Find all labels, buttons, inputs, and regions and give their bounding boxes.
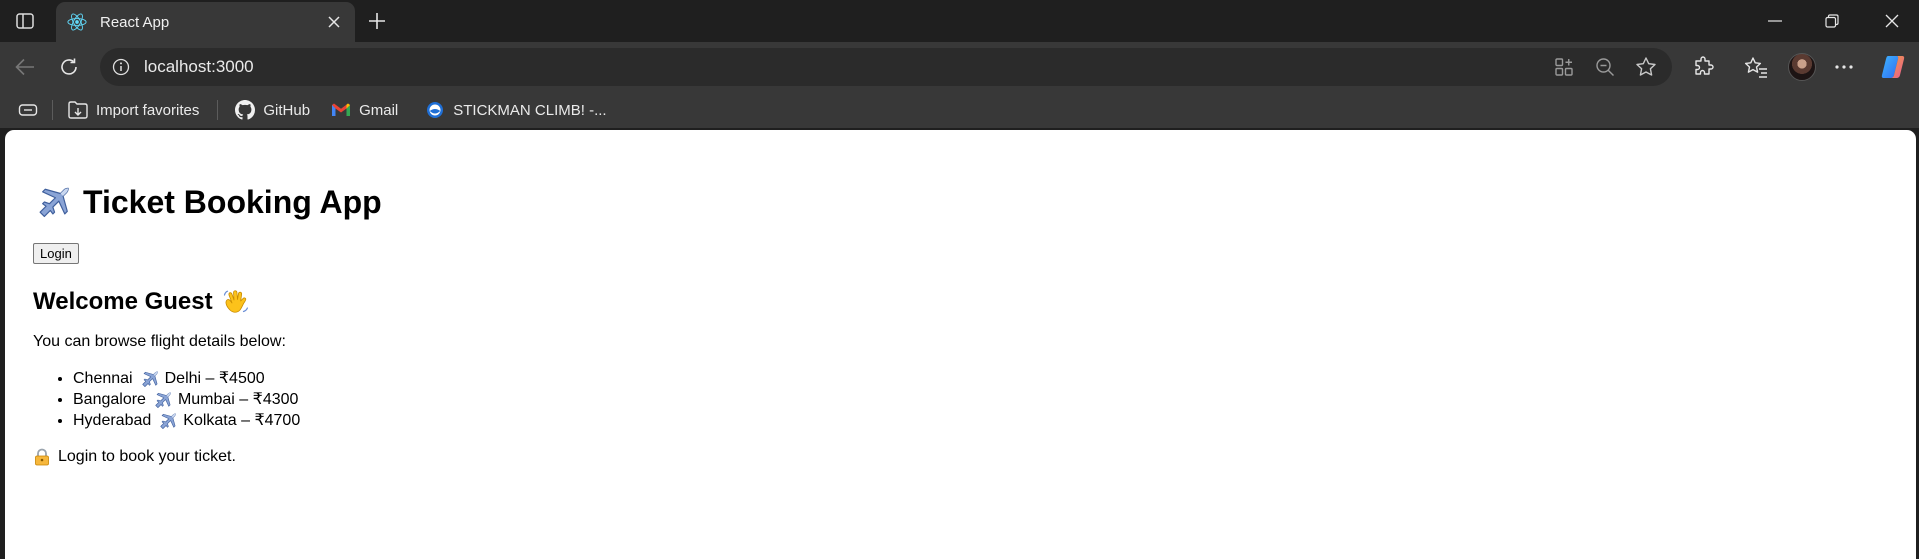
restore-icon[interactable] — [1812, 0, 1852, 42]
lock-icon — [33, 448, 51, 466]
welcome-heading: Welcome Guest — [33, 287, 1893, 317]
hub-toggle-icon[interactable] — [14, 95, 42, 125]
flight-destination-price: Delhi – ₹4500 — [164, 370, 265, 387]
page-viewport: Ticket Booking App Login Welcome Guest Y… — [5, 130, 1916, 559]
react-logo-icon — [66, 11, 88, 33]
browser-titlebar: React App — [0, 0, 1919, 42]
bookmarks-divider — [52, 100, 53, 120]
airplane-icon — [152, 391, 172, 409]
page-title-text: Ticket Booking App — [83, 183, 382, 220]
login-notice: Login to book your ticket. — [33, 448, 1893, 466]
url-text[interactable]: localhost:3000 — [144, 57, 1548, 77]
import-favorites-icon — [67, 99, 89, 121]
bookmark-label: Gmail — [359, 101, 399, 119]
flight-destination-price: Kolkata – ₹4700 — [183, 412, 301, 429]
stickman-icon — [424, 99, 446, 121]
browser-tab-active[interactable]: React App — [56, 2, 355, 42]
welcome-text: Welcome Guest — [33, 288, 213, 315]
zoom-out-icon[interactable] — [1589, 51, 1621, 83]
flight-destination-price: Mumbai – ₹4300 — [177, 391, 299, 408]
more-menu-icon[interactable] — [1828, 51, 1860, 83]
new-tab-icon[interactable] — [362, 6, 392, 36]
extensions-icon[interactable] — [1688, 51, 1720, 83]
app-root: Ticket Booking App Login Welcome Guest Y… — [33, 130, 1893, 466]
tab-title: React App — [100, 13, 170, 31]
window-close-icon[interactable] — [1868, 0, 1916, 42]
flight-origin: Bangalore — [73, 391, 146, 408]
list-item: Chennai Delhi – ₹4500 — [73, 368, 1893, 389]
bookmark-stickman-climb[interactable]: STICKMAN CLIMB! -... — [418, 95, 612, 125]
profile-avatar[interactable] — [1786, 51, 1818, 83]
favorite-star-icon[interactable] — [1630, 51, 1662, 83]
flight-origin: Hyderabad — [73, 412, 152, 429]
tab-close-icon[interactable] — [321, 9, 347, 35]
back-arrow-icon[interactable] — [8, 50, 42, 84]
flight-origin: Chennai — [73, 370, 133, 387]
list-item: Hyderabad Kolkata – ₹4700 — [73, 410, 1893, 431]
favorites-icon[interactable] — [1740, 51, 1772, 83]
bookmark-label: GitHub — [263, 101, 311, 119]
minimize-icon[interactable] — [1755, 0, 1795, 42]
list-item: Bangalore Mumbai – ₹4300 — [73, 389, 1893, 410]
bookmark-gmail[interactable]: Gmail — [324, 95, 404, 125]
airplane-icon — [157, 412, 177, 430]
site-info-icon[interactable] — [110, 56, 132, 78]
page-title: Ticket Booking App — [33, 182, 1893, 222]
gmail-icon — [330, 99, 352, 121]
airplane-icon — [139, 370, 159, 388]
login-button[interactable]: Login — [33, 243, 79, 264]
airplane-icon — [33, 185, 71, 219]
bookmark-github[interactable]: GitHub — [228, 95, 316, 125]
bookmark-import-favorites[interactable]: Import favorites — [61, 95, 205, 125]
bookmark-label: STICKMAN CLIMB! -... — [453, 101, 607, 119]
intro-text: You can browse flight details below: — [33, 333, 286, 350]
notice-text: Login to book your ticket. — [58, 448, 236, 465]
avatar — [1788, 53, 1816, 81]
copilot-icon[interactable] — [1876, 51, 1910, 83]
reload-icon[interactable] — [52, 50, 86, 84]
waving-hand-icon — [222, 288, 250, 316]
sidebar-toggle-icon[interactable] — [8, 6, 42, 36]
address-bar[interactable]: localhost:3000 — [100, 48, 1672, 86]
browser-toolbar: localhost:3000 — [0, 42, 1919, 92]
bookmarks-bar: Import favorites GitHub Gmail STICKMAN C… — [0, 92, 1919, 128]
bookmarks-divider — [217, 100, 219, 120]
app-available-icon[interactable] — [1548, 51, 1580, 83]
bookmark-label: Import favorites — [96, 101, 200, 119]
github-icon — [234, 99, 256, 121]
flight-list: Chennai Delhi – ₹4500 Bangalore Mumbai –… — [33, 368, 1893, 431]
